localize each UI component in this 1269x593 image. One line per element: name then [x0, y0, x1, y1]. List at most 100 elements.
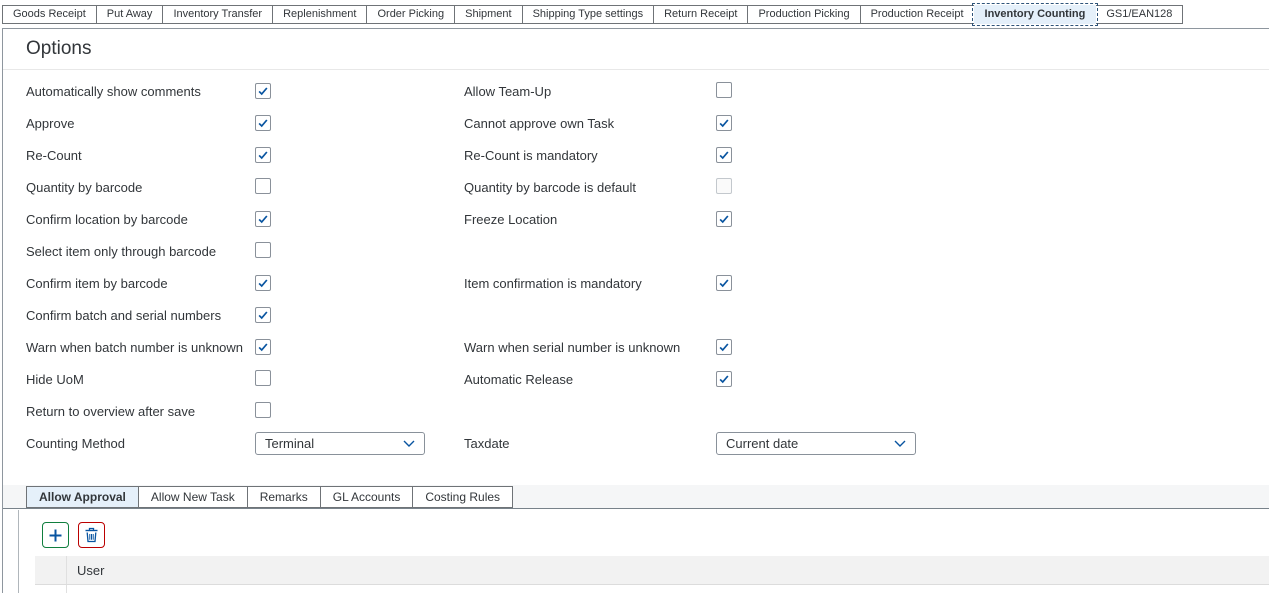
checkbox-allow-team-up[interactable] — [716, 82, 732, 98]
subtab-allow-new-task[interactable]: Allow New Task — [138, 486, 248, 508]
plus-icon — [48, 528, 63, 543]
tab-return-receipt[interactable]: Return Receipt — [653, 5, 748, 24]
checkbox-hide-uom[interactable] — [255, 370, 271, 386]
subtab-costing-rules[interactable]: Costing Rules — [412, 486, 513, 508]
bottom-tab-strip: Allow ApprovalAllow New TaskRemarksGL Ac… — [3, 485, 1269, 509]
checkbox-automatic-release[interactable] — [716, 371, 732, 387]
checkbox-quantity-by-barcode[interactable] — [255, 178, 271, 194]
checkbox-re-count-is-mandatory[interactable] — [716, 147, 732, 163]
option-label: Counting Method — [3, 436, 255, 451]
option-row: Confirm item by barcodeItem confirmation… — [3, 267, 1269, 299]
tab-inventory-counting[interactable]: Inventory Counting — [974, 5, 1097, 24]
select-value: Current date — [726, 436, 798, 451]
option-control-cell — [716, 275, 1269, 292]
option-control-cell: Terminal — [255, 432, 464, 455]
option-label: Quantity by barcode is default — [464, 180, 716, 195]
checkbox-freeze-location[interactable] — [716, 211, 732, 227]
tab-inventory-transfer[interactable]: Inventory Transfer — [162, 5, 273, 24]
option-label: Item confirmation is mandatory — [464, 276, 716, 291]
option-control-cell — [716, 82, 1269, 101]
tab-shipping-type-settings[interactable]: Shipping Type settings — [522, 5, 654, 24]
options-grid: Automatically show comments Allow Team-Up… — [3, 75, 1269, 459]
option-control-cell — [716, 178, 1269, 197]
option-control-cell — [255, 178, 464, 197]
checkbox-confirm-batch-and-serial-numbers[interactable] — [255, 307, 271, 323]
tab-production-receipt[interactable]: Production Receipt — [860, 5, 975, 24]
options-heading-wrap: Options — [3, 29, 1269, 70]
option-label: Freeze Location — [464, 212, 716, 227]
checkbox-approve[interactable] — [255, 115, 271, 131]
option-label: Automatic Release — [464, 372, 716, 387]
option-label: Cannot approve own Task — [464, 116, 716, 131]
option-row: Select item only through barcode — [3, 235, 1269, 267]
subtab-remarks[interactable]: Remarks — [247, 486, 321, 508]
option-control-cell — [255, 402, 464, 421]
checkbox-item-confirmation-is-mandatory[interactable] — [716, 275, 732, 291]
option-control-cell — [255, 242, 464, 261]
select-taxdate[interactable]: Current date — [716, 432, 916, 455]
option-control-cell — [255, 147, 464, 164]
subtab-allow-approval[interactable]: Allow Approval — [26, 486, 139, 508]
option-control-cell — [716, 147, 1269, 164]
option-label: Confirm batch and serial numbers — [3, 308, 255, 323]
row-selector-cell[interactable] — [35, 585, 67, 593]
checkbox-re-count[interactable] — [255, 147, 271, 163]
checkbox-select-item-only-through-barcode[interactable] — [255, 242, 271, 258]
tab-production-picking[interactable]: Production Picking — [747, 5, 860, 24]
checkbox-warn-when-batch-number-is-unknown[interactable] — [255, 339, 271, 355]
option-label: Re-Count — [3, 148, 255, 163]
table-row[interactable] — [35, 585, 1269, 593]
option-control-cell — [255, 370, 464, 389]
option-row: Confirm location by barcode Freeze Locati… — [3, 203, 1269, 235]
option-label: Taxdate — [464, 436, 716, 451]
chevron-down-icon — [894, 440, 906, 447]
user-cell[interactable] — [67, 585, 1269, 593]
option-label: Confirm location by barcode — [3, 212, 255, 227]
top-tab-bar: Goods ReceiptPut AwayInventory TransferR… — [2, 5, 1182, 24]
option-control-cell — [716, 115, 1269, 132]
subtab-gl-accounts[interactable]: GL Accounts — [320, 486, 414, 508]
option-label: Return to overview after save — [3, 404, 255, 419]
checkbox-confirm-item-by-barcode[interactable] — [255, 275, 271, 291]
checkbox-return-to-overview-after-save[interactable] — [255, 402, 271, 418]
option-control-cell — [255, 275, 464, 292]
option-control-cell — [716, 339, 1269, 356]
checkbox-quantity-by-barcode-is-default — [716, 178, 732, 194]
checkbox-cannot-approve-own-task[interactable] — [716, 115, 732, 131]
option-label: Allow Team-Up — [464, 84, 716, 99]
table-toolbar — [42, 522, 105, 548]
checkbox-automatically-show-comments[interactable] — [255, 83, 271, 99]
checkbox-warn-when-serial-number-is-unknown[interactable] — [716, 339, 732, 355]
option-row: Confirm batch and serial numbers — [3, 299, 1269, 331]
tab-order-picking[interactable]: Order Picking — [366, 5, 455, 24]
approval-section: User — [18, 510, 1269, 593]
option-label: Re-Count is mandatory — [464, 148, 716, 163]
tab-goods-receipt[interactable]: Goods Receipt — [2, 5, 97, 24]
tab-shipment[interactable]: Shipment — [454, 5, 522, 24]
option-row: Warn when batch number is unknownWarn wh… — [3, 331, 1269, 363]
checkbox-confirm-location-by-barcode[interactable] — [255, 211, 271, 227]
option-label: Hide UoM — [3, 372, 255, 387]
option-label: Approve — [3, 116, 255, 131]
select-counting-method[interactable]: Terminal — [255, 432, 425, 455]
option-label: Automatically show comments — [3, 84, 255, 99]
delete-row-button[interactable] — [78, 522, 105, 548]
option-control-cell — [255, 83, 464, 100]
option-control-cell — [716, 371, 1269, 388]
option-row: Re-Count Re-Count is mandatory — [3, 139, 1269, 171]
option-row: Quantity by barcode Quantity by barcode i… — [3, 171, 1269, 203]
row-selector-header-cell — [35, 556, 67, 584]
option-label: Quantity by barcode — [3, 180, 255, 195]
tab-gs1-ean128[interactable]: GS1/EAN128 — [1095, 5, 1183, 24]
tab-put-away[interactable]: Put Away — [96, 5, 164, 24]
tab-replenishment[interactable]: Replenishment — [272, 5, 367, 24]
add-row-button[interactable] — [42, 522, 69, 548]
option-row: Return to overview after save — [3, 395, 1269, 427]
select-value: Terminal — [265, 436, 314, 451]
option-row: Hide UoM Automatic Release — [3, 363, 1269, 395]
option-label: Select item only through barcode — [3, 244, 255, 259]
option-row: Automatically show comments Allow Team-Up — [3, 75, 1269, 107]
option-control-cell — [255, 211, 464, 228]
inventory-counting-panel: Options Automatically show comments Allow… — [2, 28, 1269, 593]
trash-icon — [84, 527, 99, 543]
